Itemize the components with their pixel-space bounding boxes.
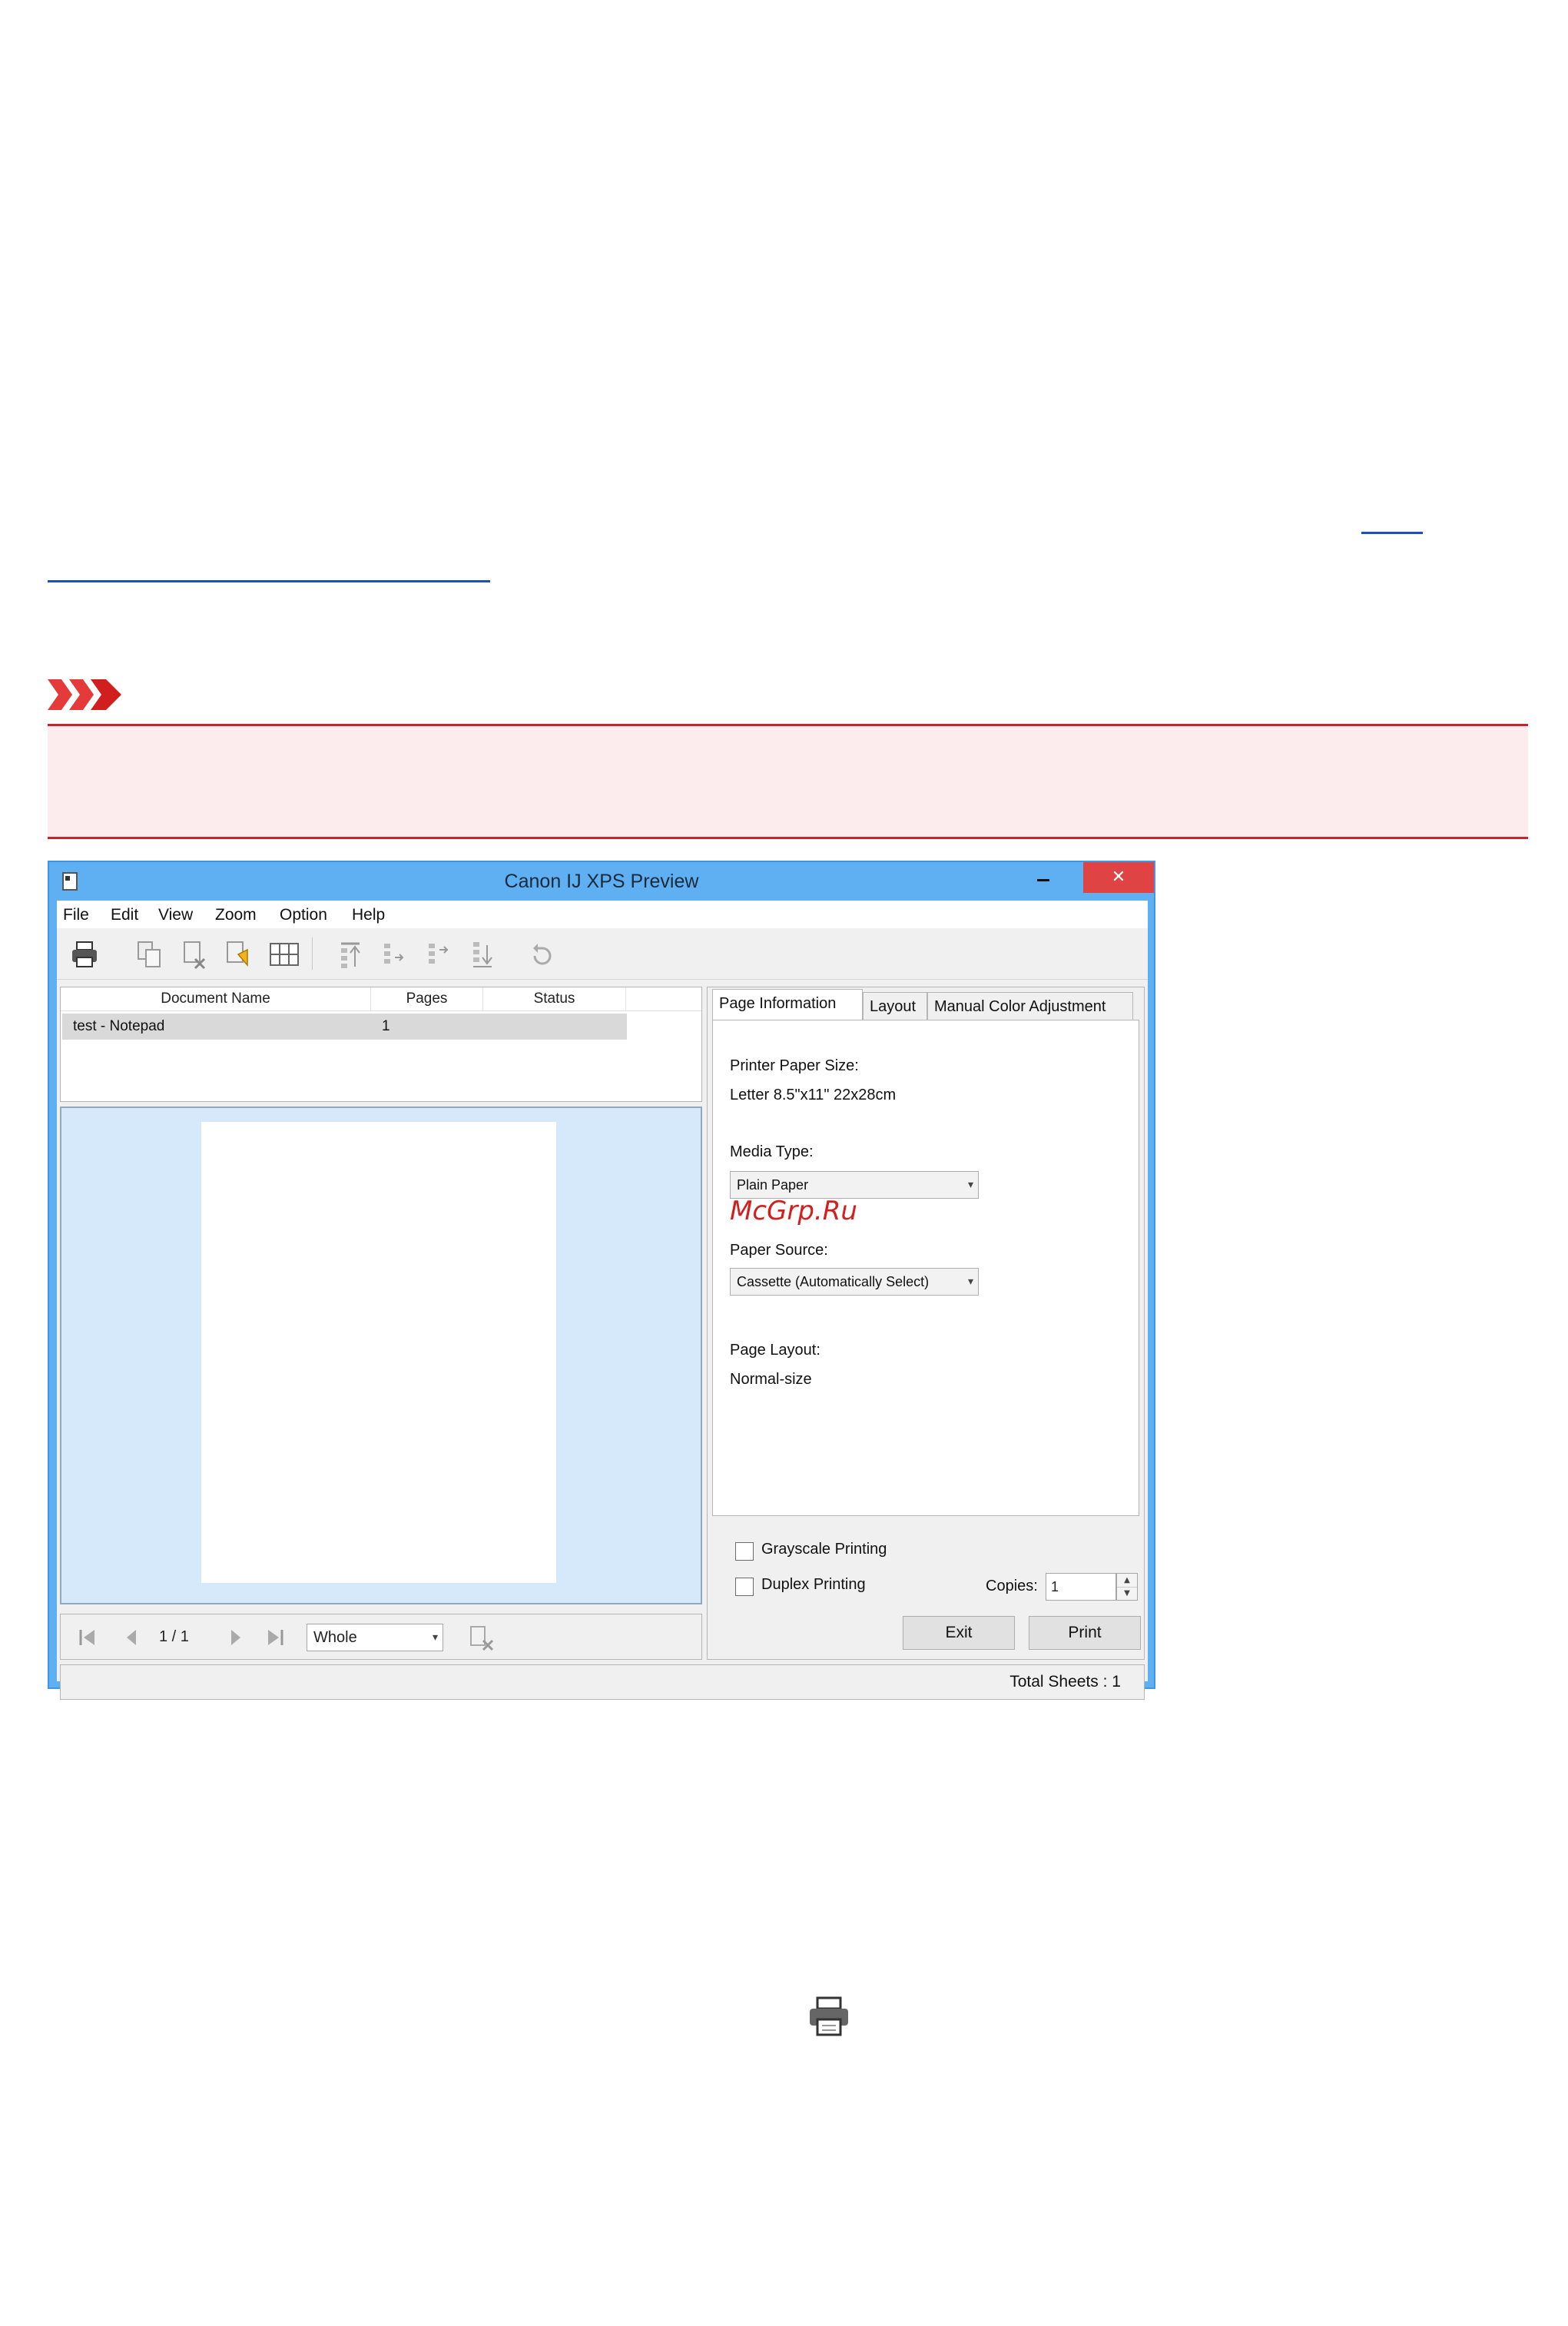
- status-bar: Total Sheets : 1: [60, 1664, 1145, 1700]
- column-header-status[interactable]: Status: [483, 987, 626, 1010]
- chevron-down-icon: ▾: [967, 1179, 973, 1191]
- document-list: Document Name Pages Status test - Notepa…: [60, 987, 702, 1102]
- delete-page-icon[interactable]: [468, 1624, 496, 1651]
- document-list-header: Document Name Pages Status: [61, 987, 701, 1011]
- media-type-label: Media Type:: [730, 1143, 814, 1160]
- menu-view[interactable]: View: [158, 901, 193, 928]
- copies-input[interactable]: 1: [1046, 1573, 1116, 1601]
- media-type-select[interactable]: Plain Paper ▾: [730, 1171, 979, 1199]
- important-note-box: [48, 724, 1528, 839]
- page-information-panel: Printer Paper Size: Letter 8.5"x11" 22x2…: [712, 1020, 1139, 1516]
- window-title: Canon IJ XPS Preview: [504, 871, 699, 892]
- next-page-icon[interactable]: [225, 1627, 245, 1648]
- document-pages-cell: 1: [382, 1018, 390, 1034]
- page-navigation-bar: 1 / 1 Whole ▾: [60, 1614, 702, 1660]
- zoom-select-value: Whole: [313, 1629, 357, 1646]
- hyperlink-underline-fragment[interactable]: [1361, 532, 1423, 534]
- exit-button[interactable]: Exit: [903, 1616, 1015, 1650]
- previous-page-icon[interactable]: [122, 1627, 142, 1648]
- chevron-down-icon: ▾: [967, 1276, 973, 1288]
- paper-source-value: Cassette (Automatically Select): [737, 1274, 930, 1289]
- move-to-last-icon[interactable]: [466, 937, 499, 971]
- page-counter: 1 / 1: [159, 1628, 189, 1645]
- menu-option[interactable]: Option: [280, 901, 327, 928]
- print-button[interactable]: Print: [1029, 1616, 1141, 1650]
- watermark-text: McGrp.Ru: [730, 1196, 857, 1226]
- minimize-icon: [1037, 879, 1049, 881]
- close-button[interactable]: ✕: [1083, 862, 1154, 893]
- document-row[interactable]: test - Notepad 1: [62, 1014, 627, 1040]
- paper-source-label: Paper Source:: [730, 1242, 828, 1259]
- delete-document-icon[interactable]: [177, 937, 211, 971]
- view-thumbnails-icon[interactable]: [267, 937, 301, 971]
- grayscale-printing-checkbox[interactable]: [735, 1542, 754, 1561]
- printer-paper-size-label: Printer Paper Size:: [730, 1057, 859, 1074]
- print-icon[interactable]: [68, 937, 101, 971]
- media-type-value: Plain Paper: [737, 1177, 809, 1193]
- settings-panel: Page Information Layout Manual Color Adj…: [707, 987, 1145, 1660]
- duplex-printing-checkbox[interactable]: [735, 1578, 754, 1596]
- copies-label: Copies:: [986, 1578, 1038, 1594]
- hyperlink-underline[interactable]: [48, 580, 490, 582]
- paper-source-select[interactable]: Cassette (Automatically Select) ▾: [730, 1268, 979, 1296]
- move-down-icon[interactable]: [421, 937, 455, 971]
- move-to-first-icon[interactable]: [333, 937, 367, 971]
- printer-paper-size-value: Letter 8.5"x11" 22x28cm: [730, 1087, 897, 1103]
- print-icon: [810, 1996, 848, 2036]
- first-page-icon[interactable]: [78, 1627, 98, 1648]
- tab-layout[interactable]: Layout: [863, 992, 927, 1020]
- copies-spinner[interactable]: ▲ ▼: [1116, 1573, 1138, 1601]
- spin-up-icon[interactable]: ▲: [1117, 1574, 1137, 1588]
- menu-bar: File Edit View Zoom Option Help: [57, 901, 1148, 928]
- menu-edit[interactable]: Edit: [111, 901, 138, 928]
- preview-window: Canon IJ XPS Preview ✕ File Edit View Zo…: [48, 861, 1155, 1700]
- move-up-icon[interactable]: [376, 937, 410, 971]
- column-header-document-name[interactable]: Document Name: [61, 987, 371, 1010]
- page-layout-label: Page Layout:: [730, 1342, 820, 1359]
- tab-page-information[interactable]: Page Information: [712, 989, 863, 1020]
- undo-icon[interactable]: [525, 937, 559, 971]
- menu-zoom[interactable]: Zoom: [215, 901, 257, 928]
- spin-down-icon[interactable]: ▼: [1117, 1587, 1137, 1600]
- important-chevrons-icon: [48, 679, 121, 710]
- total-sheets: Total Sheets : 1: [1009, 1673, 1121, 1691]
- toolbar: [57, 928, 1148, 980]
- title-bar[interactable]: Canon IJ XPS Preview ✕: [49, 862, 1154, 901]
- menu-file[interactable]: File: [63, 901, 89, 928]
- reset-documents-icon[interactable]: [221, 937, 255, 971]
- last-page-icon[interactable]: [265, 1627, 285, 1648]
- minimize-button[interactable]: [1020, 862, 1066, 893]
- toolbar-separator: [312, 937, 313, 970]
- tab-manual-color-adjustment[interactable]: Manual Color Adjustment: [927, 992, 1133, 1020]
- zoom-select[interactable]: Whole ▾: [307, 1624, 443, 1651]
- grayscale-printing-label: Grayscale Printing: [761, 1541, 887, 1558]
- window-client-area: File Edit View Zoom Option Help Document…: [57, 901, 1148, 1700]
- page-preview: [201, 1122, 556, 1583]
- page-layout-value: Normal-size: [730, 1371, 812, 1388]
- menu-help[interactable]: Help: [352, 901, 385, 928]
- preview-area[interactable]: [60, 1107, 702, 1604]
- chevron-down-icon: ▾: [432, 1631, 438, 1644]
- document-name-cell: test - Notepad: [73, 1018, 165, 1034]
- column-header-pages[interactable]: Pages: [371, 987, 483, 1010]
- combine-documents-icon[interactable]: [132, 937, 166, 971]
- duplex-printing-label: Duplex Printing: [761, 1576, 866, 1593]
